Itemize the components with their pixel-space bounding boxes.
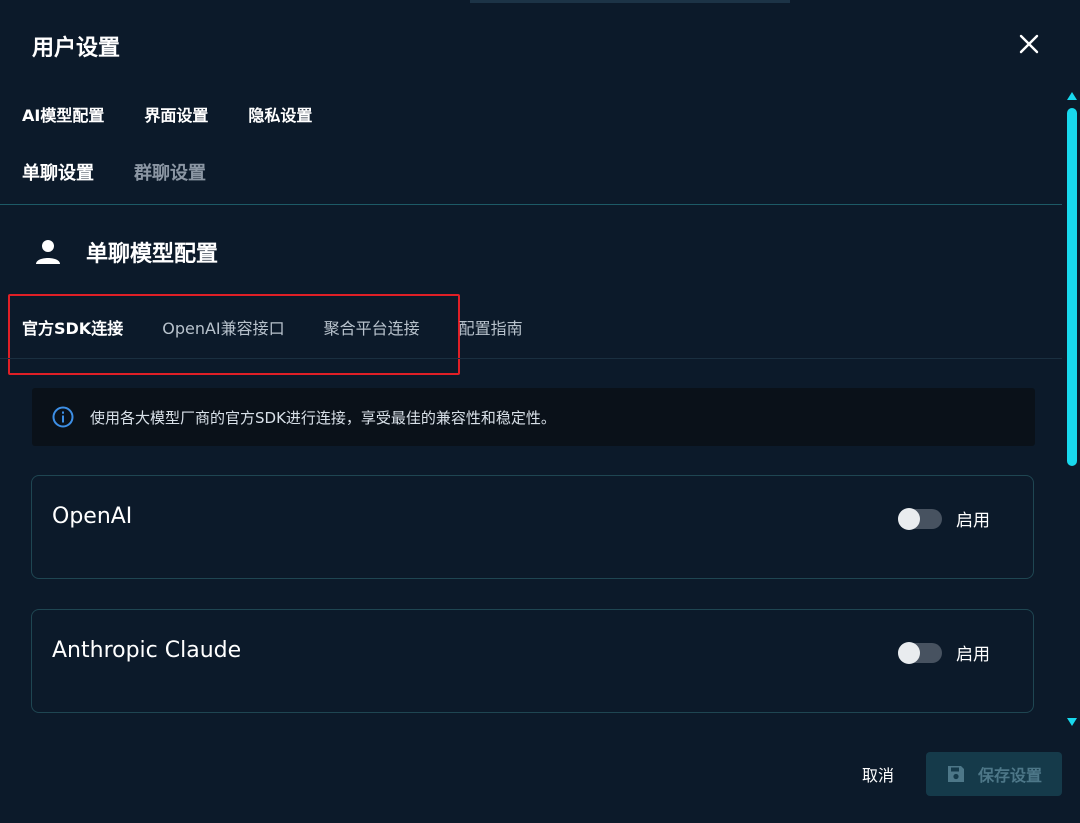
connection-tabs-divider bbox=[0, 358, 1062, 359]
tab-ai-model-config[interactable]: AI模型配置 bbox=[22, 104, 104, 132]
toggle-label: 启用 bbox=[956, 645, 990, 665]
tab-openai-compatible[interactable]: OpenAI兼容接口 bbox=[162, 316, 284, 342]
section-title: 单聊模型配置 bbox=[86, 242, 219, 267]
scroll-up-arrow-icon[interactable] bbox=[1067, 92, 1077, 100]
save-button-label: 保存设置 bbox=[977, 766, 1042, 785]
provider-card-openai: OpenAI 启用 bbox=[31, 475, 1034, 579]
tab-official-sdk[interactable]: 官方SDK连接 bbox=[22, 316, 123, 342]
close-button[interactable] bbox=[1014, 29, 1044, 59]
scrollbar[interactable] bbox=[1065, 90, 1079, 730]
section-header: 单聊模型配置 bbox=[34, 236, 218, 268]
connection-tabs: 官方SDK连接 OpenAI兼容接口 聚合平台连接 配置指南 bbox=[22, 316, 562, 342]
scroll-thumb[interactable] bbox=[1067, 108, 1077, 466]
tab-privacy-settings[interactable]: 隐私设置 bbox=[248, 104, 312, 132]
cancel-button[interactable]: 取消 bbox=[862, 762, 894, 786]
close-icon bbox=[1019, 34, 1039, 54]
info-icon bbox=[52, 406, 74, 428]
tab-interface-settings[interactable]: 界面设置 bbox=[144, 104, 208, 132]
tab-single-chat-settings[interactable]: 单聊设置 bbox=[22, 160, 94, 188]
toggle-knob bbox=[898, 641, 920, 664]
dialog-title: 用户设置 bbox=[32, 36, 121, 61]
settings-dialog: 用户设置 AI模型配置 界面设置 隐私设置 单聊设置 群聊设置 单聊模型配置 官… bbox=[0, 0, 1080, 823]
tab-aggregator-platform[interactable]: 聚合平台连接 bbox=[324, 316, 420, 342]
sub-tabs: 单聊设置 群聊设置 bbox=[22, 160, 206, 188]
toggle-label: 启用 bbox=[956, 511, 990, 531]
provider-name: Anthropic Claude bbox=[52, 638, 242, 663]
toggle-knob bbox=[898, 507, 920, 530]
scroll-down-arrow-icon[interactable] bbox=[1067, 718, 1077, 726]
sub-tabs-divider bbox=[0, 204, 1062, 205]
toggle-switch[interactable] bbox=[898, 641, 942, 664]
save-icon bbox=[947, 766, 964, 782]
provider-enable-toggle[interactable]: 启用 bbox=[898, 640, 990, 665]
person-icon bbox=[36, 240, 60, 264]
provider-enable-toggle[interactable]: 启用 bbox=[898, 506, 990, 531]
save-settings-button[interactable]: 保存设置 bbox=[926, 752, 1062, 796]
main-tabs: AI模型配置 界面设置 隐私设置 bbox=[22, 104, 312, 132]
tab-group-chat-settings[interactable]: 群聊设置 bbox=[134, 160, 206, 188]
info-banner: 使用各大模型厂商的官方SDK进行连接，享受最佳的兼容性和稳定性。 bbox=[32, 388, 1035, 446]
provider-name: OpenAI bbox=[52, 504, 133, 529]
provider-card-anthropic: Anthropic Claude 启用 bbox=[31, 609, 1034, 713]
dialog-header: 用户设置 bbox=[0, 0, 1080, 90]
tab-config-guide[interactable]: 配置指南 bbox=[459, 316, 523, 342]
info-text: 使用各大模型厂商的官方SDK进行连接，享受最佳的兼容性和稳定性。 bbox=[90, 408, 556, 427]
toggle-switch[interactable] bbox=[898, 507, 942, 530]
